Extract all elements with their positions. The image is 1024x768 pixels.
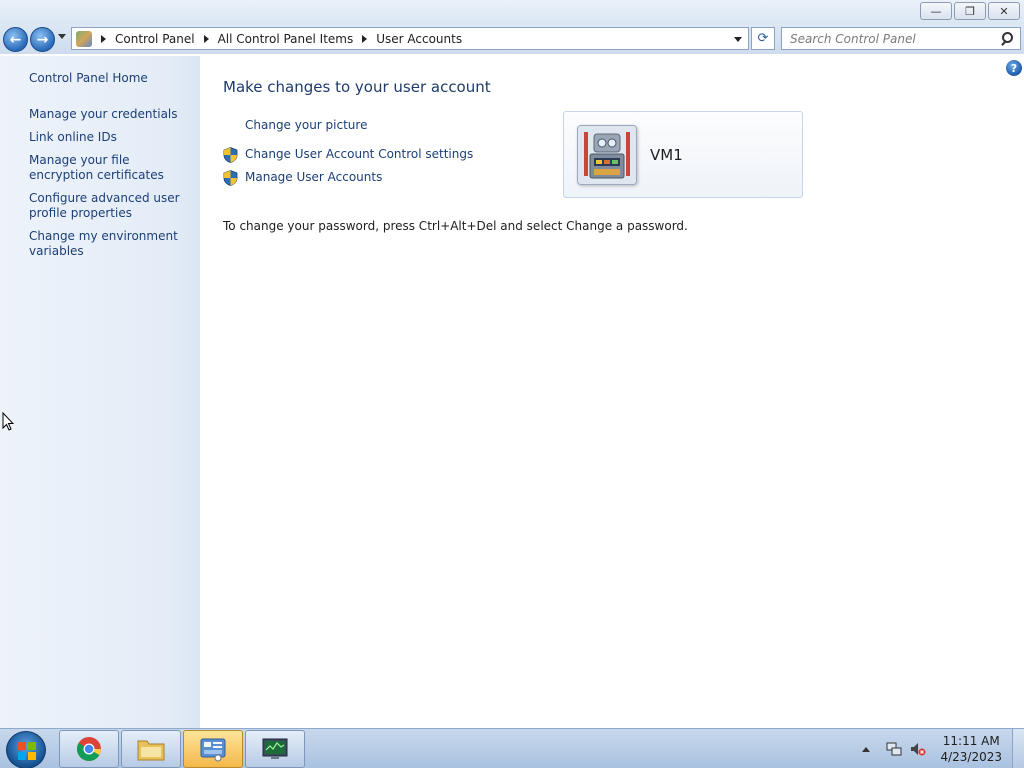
volume-muted-icon[interactable] (910, 741, 926, 757)
refresh-button[interactable]: ⟳ (751, 27, 775, 50)
windows-logo-icon (18, 742, 36, 760)
taskbar: 11:11 AM 4/23/2023 (0, 728, 1024, 768)
show-hidden-icons-button[interactable] (862, 746, 871, 752)
search-input[interactable] (782, 28, 998, 49)
refresh-icon: ⟳ (757, 31, 769, 46)
forward-button[interactable]: → (30, 27, 55, 52)
breadcrumb-separator[interactable] (362, 34, 368, 43)
taskbar-monitor-app[interactable] (245, 730, 305, 768)
breadcrumb-separator[interactable] (203, 34, 209, 43)
user-account-tile: VM1 (563, 111, 803, 198)
taskbar-explorer[interactable] (121, 730, 181, 768)
uac-shield-icon (223, 170, 238, 186)
taskbar-chrome[interactable] (59, 730, 119, 768)
search-box[interactable] (781, 27, 1021, 50)
breadcrumb-separator[interactable] (101, 34, 106, 43)
user-picture[interactable] (577, 125, 637, 185)
minimize-button[interactable]: — (920, 2, 952, 20)
task-pane: Control Panel Home Manage your credentia… (0, 56, 200, 728)
mouse-pointer-icon (2, 412, 14, 431)
change-picture-link[interactable]: Change your picture (245, 118, 367, 132)
manage-user-accounts-link[interactable]: Manage User Accounts (245, 170, 382, 184)
start-button[interactable] (6, 731, 46, 768)
sidebar-item-link-online-ids[interactable]: Link online IDs (29, 130, 194, 145)
restore-button[interactable]: ❐ (954, 2, 986, 20)
control-panel-icon (200, 738, 226, 762)
navigation-bar: ← → Control Panel All Control Panel Item… (0, 24, 1024, 54)
clock-date: 4/23/2023 (940, 750, 1002, 764)
show-desktop-button[interactable] (1012, 729, 1024, 768)
clock[interactable]: 11:11 AM 4/23/2023 (940, 733, 1002, 765)
sidebar-item-manage-credentials[interactable]: Manage your credentials (29, 107, 194, 122)
help-icon[interactable]: ? (1006, 60, 1022, 76)
control-panel-icon (76, 30, 92, 47)
title-bar: — ❐ ✕ (0, 0, 1024, 24)
breadcrumb-user-accounts[interactable]: User Accounts (376, 32, 462, 46)
sidebar-item-file-encryption[interactable]: Manage your file encryption certificates (29, 153, 194, 183)
address-bar[interactable]: Control Panel All Control Panel Items Us… (71, 27, 749, 50)
chrome-icon (76, 737, 102, 761)
breadcrumb-all-control-panel-items[interactable]: All Control Panel Items (218, 32, 354, 46)
sidebar-item-advanced-profile[interactable]: Configure advanced user profile properti… (29, 191, 194, 221)
sidebar-item-control-panel-home[interactable]: Control Panel Home (29, 71, 194, 86)
search-icon[interactable] (998, 30, 1016, 48)
clock-time: 11:11 AM (942, 734, 1000, 748)
change-uac-settings-link[interactable]: Change User Account Control settings (245, 147, 473, 161)
breadcrumb-control-panel[interactable]: Control Panel (115, 32, 195, 46)
recent-pages-dropdown[interactable] (58, 34, 66, 39)
sidebar-item-environment-variables[interactable]: Change my environment variables (29, 229, 194, 259)
monitor-icon (262, 738, 288, 759)
forward-arrow-icon: → (36, 31, 49, 48)
taskbar-control-panel[interactable] (183, 730, 243, 768)
robot-avatar-icon (578, 126, 636, 184)
back-button[interactable]: ← (3, 27, 28, 52)
system-tray: 11:11 AM 4/23/2023 (862, 729, 1024, 768)
network-icon[interactable] (886, 741, 902, 757)
folder-icon (137, 740, 165, 761)
user-name: VM1 (650, 146, 683, 164)
password-note: To change your password, press Ctrl+Alt+… (223, 219, 688, 233)
page-title: Make changes to your user account (223, 78, 491, 96)
back-arrow-icon: ← (9, 31, 22, 48)
address-history-dropdown[interactable] (734, 37, 742, 42)
caption-buttons: — ❐ ✕ (920, 2, 1020, 20)
close-button[interactable]: ✕ (988, 2, 1020, 20)
uac-shield-icon (223, 147, 238, 163)
